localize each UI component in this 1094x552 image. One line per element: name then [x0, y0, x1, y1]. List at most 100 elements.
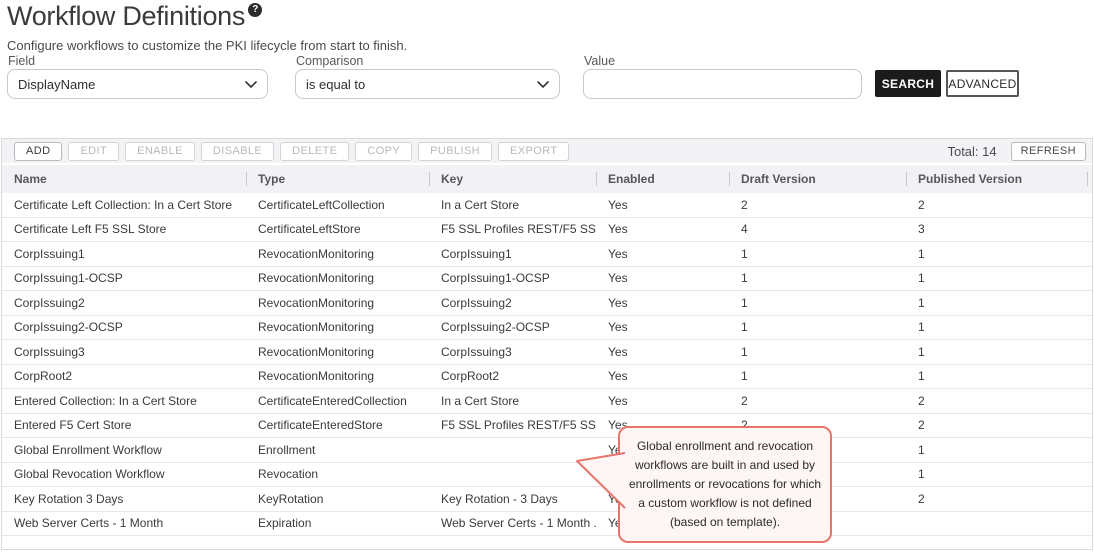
- cell-published: 2: [906, 394, 1092, 408]
- cell-key: In a Cert Store: [429, 198, 596, 212]
- cell-type: Enrollment: [246, 443, 429, 457]
- cell-type: CertificateEnteredStore: [246, 418, 429, 432]
- cell-type: KeyRotation: [246, 492, 429, 506]
- cell-name: Web Server Certs - 1 Month: [2, 516, 246, 530]
- advanced-button[interactable]: ADVANCED: [946, 70, 1019, 97]
- cell-type: RevocationMonitoring: [246, 296, 429, 310]
- cell-key: Key Rotation - 3 Days: [429, 492, 596, 506]
- column-header-key[interactable]: Key: [429, 165, 596, 193]
- table-row[interactable]: CorpIssuing2RevocationMonitoringCorpIssu…: [2, 291, 1092, 316]
- cell-type: CertificateLeftCollection: [246, 198, 429, 212]
- cell-draft: 2: [729, 198, 906, 212]
- table-toolbar: ADDEDITENABLEDISABLEDELETECOPYPUBLISHEXP…: [2, 139, 1092, 165]
- cell-enabled: Yes: [596, 198, 729, 212]
- help-icon[interactable]: ?: [248, 3, 262, 17]
- cell-name: Global Revocation Workflow: [2, 467, 246, 481]
- column-header-name[interactable]: Name: [2, 165, 246, 193]
- page-title: Workflow Definitions?: [7, 1, 262, 32]
- toolbar-button-disable: DISABLE: [201, 142, 274, 161]
- value-label: Value: [584, 54, 615, 68]
- cell-enabled: Yes: [596, 369, 729, 383]
- search-button[interactable]: SEARCH: [875, 70, 941, 97]
- toolbar-button-enable: ENABLE: [125, 142, 195, 161]
- value-input[interactable]: [583, 69, 862, 99]
- comparison-label: Comparison: [296, 54, 363, 68]
- cell-type: RevocationMonitoring: [246, 369, 429, 383]
- toolbar-button-delete: DELETE: [280, 142, 349, 161]
- cell-name: Key Rotation 3 Days: [2, 492, 246, 506]
- table-row[interactable]: CorpIssuing3RevocationMonitoringCorpIssu…: [2, 340, 1092, 365]
- cell-published: 1: [906, 467, 1092, 481]
- table-row[interactable]: Key Rotation 3 DaysKeyRotationKey Rotati…: [2, 487, 1092, 512]
- cell-key: CorpIssuing2: [429, 296, 596, 310]
- cell-draft: 1: [729, 271, 906, 285]
- table-row[interactable]: Entered F5 Cert StoreCertificateEnteredS…: [2, 414, 1092, 439]
- table-row[interactable]: CorpIssuing1RevocationMonitoringCorpIssu…: [2, 242, 1092, 267]
- table-row[interactable]: Global Enrollment WorkflowEnrollmentYes1: [2, 438, 1092, 463]
- workflow-table-panel: ADDEDITENABLEDISABLEDELETECOPYPUBLISHEXP…: [1, 138, 1093, 550]
- cell-name: Certificate Left Collection: In a Cert S…: [2, 198, 246, 212]
- cell-name: CorpIssuing3: [2, 345, 246, 359]
- table-row[interactable]: Entered Collection: In a Cert StoreCerti…: [2, 389, 1092, 414]
- refresh-button[interactable]: REFRESH: [1011, 142, 1086, 161]
- table-row[interactable]: Certificate Left F5 SSL StoreCertificate…: [2, 218, 1092, 243]
- comparison-select-value: is equal to: [306, 77, 365, 92]
- cell-key: CorpIssuing3: [429, 345, 596, 359]
- cell-key: In a Cert Store: [429, 394, 596, 408]
- column-header-published-version[interactable]: Published Version: [906, 165, 1092, 193]
- page-title-text: Workflow Definitions: [7, 1, 245, 31]
- column-header-enabled[interactable]: Enabled: [596, 165, 729, 193]
- cell-type: CertificateLeftStore: [246, 222, 429, 236]
- cell-name: Global Enrollment Workflow: [2, 443, 246, 457]
- cell-draft: 2: [729, 394, 906, 408]
- cell-name: Entered Collection: In a Cert Store: [2, 394, 246, 408]
- cell-published: 1: [906, 271, 1092, 285]
- field-label: Field: [8, 54, 35, 68]
- cell-published: 1: [906, 369, 1092, 383]
- cell-published: 1: [906, 320, 1092, 334]
- cell-key: CorpIssuing1: [429, 247, 596, 261]
- table-row[interactable]: CorpIssuing2-OCSPRevocationMonitoringCor…: [2, 316, 1092, 341]
- cell-name: CorpIssuing1-OCSP: [2, 271, 246, 285]
- cell-published: 2: [906, 492, 1092, 506]
- table-row[interactable]: Global Revocation WorkflowRevocationYes1: [2, 463, 1092, 488]
- cell-published: 3: [906, 222, 1092, 236]
- cell-draft: 1: [729, 320, 906, 334]
- toolbar-button-export: EXPORT: [498, 142, 569, 161]
- cell-key: F5 SSL Profiles REST/F5 SSL: [429, 418, 596, 432]
- cell-key: F5 SSL Profiles REST/F5 SSL: [429, 222, 596, 236]
- field-select[interactable]: DisplayName: [7, 69, 268, 99]
- cell-enabled: Yes: [596, 394, 729, 408]
- cell-name: CorpIssuing1: [2, 247, 246, 261]
- cell-draft: 1: [729, 369, 906, 383]
- toolbar-button-publish: PUBLISH: [418, 142, 492, 161]
- table-row[interactable]: Certificate Left Collection: In a Cert S…: [2, 193, 1092, 218]
- toolbar-buttons: ADDEDITENABLEDISABLEDELETECOPYPUBLISHEXP…: [8, 142, 569, 161]
- toolbar-button-copy: COPY: [355, 142, 412, 161]
- table-row[interactable]: Web Server Certs - 1 MonthExpirationWeb …: [2, 512, 1092, 537]
- table-row[interactable]: CorpRoot2RevocationMonitoringCorpRoot2Ye…: [2, 365, 1092, 390]
- column-header-type[interactable]: Type: [246, 165, 429, 193]
- cell-draft: 1: [729, 296, 906, 310]
- cell-enabled: Yes: [596, 296, 729, 310]
- comparison-select[interactable]: is equal to: [295, 69, 560, 99]
- cell-key: CorpRoot2: [429, 369, 596, 383]
- cell-name: Entered F5 Cert Store: [2, 418, 246, 432]
- cell-type: Revocation: [246, 467, 429, 481]
- callout-text: Global enrollment and revocation workflo…: [625, 437, 825, 532]
- cell-type: CertificateEnteredCollection: [246, 394, 429, 408]
- cell-name: CorpIssuing2: [2, 296, 246, 310]
- callout-tail-icon: [574, 450, 626, 512]
- cell-published: 1: [906, 443, 1092, 457]
- table-row[interactable]: CorpIssuing1-OCSPRevocationMonitoringCor…: [2, 267, 1092, 292]
- cell-enabled: Yes: [596, 247, 729, 261]
- cell-type: Expiration: [246, 516, 429, 530]
- total-count: Total: 14: [947, 144, 996, 159]
- cell-key: CorpIssuing1-OCSP: [429, 271, 596, 285]
- column-header-draft-version[interactable]: Draft Version: [729, 165, 906, 193]
- cell-name: Certificate Left F5 SSL Store: [2, 222, 246, 236]
- toolbar-button-add[interactable]: ADD: [14, 142, 62, 161]
- cell-type: RevocationMonitoring: [246, 271, 429, 285]
- cell-name: CorpIssuing2-OCSP: [2, 320, 246, 334]
- cell-published: 1: [906, 296, 1092, 310]
